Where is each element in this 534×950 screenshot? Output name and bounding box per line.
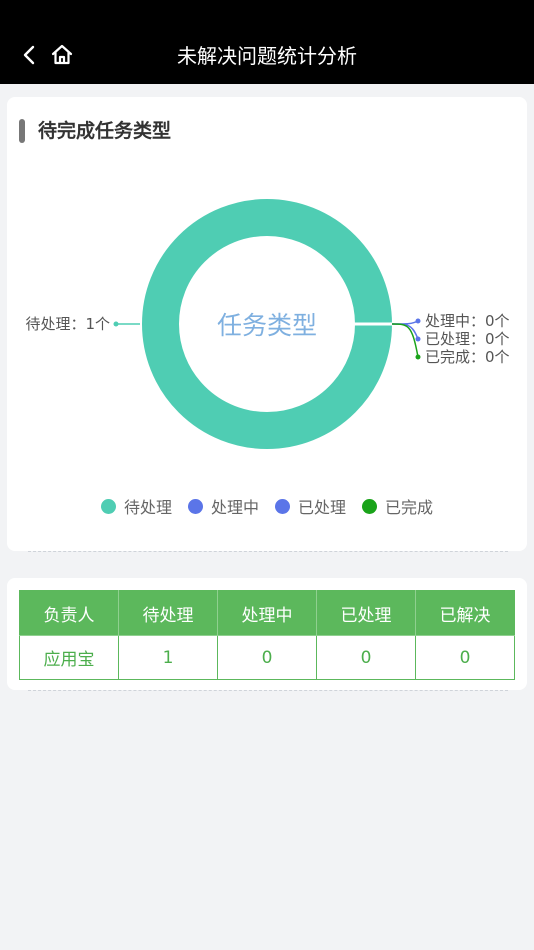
legend-item-2[interactable]: 已处理 [275,494,346,518]
stats-table: 负责人 待处理 处理中 已处理 已解决 应用宝 1 0 0 0 [19,590,515,680]
label-line-3 [391,323,419,358]
legend-item-1[interactable]: 处理中 [187,494,259,518]
table-header-cell: 已处理 [316,590,416,636]
slice-label-3: 已完成：0个 [425,348,510,366]
task-type-donut-chart: 任务类型 待处理：1个 处理中：0个已处理：0个已完成：0个 [25,199,510,449]
table-cell: 1 [118,635,218,680]
legend-dot [362,498,378,514]
table-header-cell: 待处理 [118,590,218,636]
task-type-card: 待完成任务类型 任务类型 待处理：1个 处理中：0个 已处理：0个 已完成：0个 待处理… [7,97,527,551]
legend-dot [187,498,203,514]
legend-dot [275,498,290,514]
legend-dot [100,498,116,514]
divider [28,690,508,691]
label-dot-1 [415,318,421,324]
table-cell: 0 [217,635,317,680]
divider [28,551,508,552]
chart-legend: 待处理 处理中 已处理 已完成 [7,491,527,521]
legend-item-3[interactable]: 已完成 [362,494,433,518]
table-cell: 应用宝 [19,635,119,680]
chart-center-label: 任务类型 [217,311,317,340]
legend-label: 已处理 [298,498,347,517]
slice-label-2: 已处理：0个 [425,330,510,348]
table-header-row: 负责人 待处理 处理中 已处理 已解决 [19,590,515,636]
table-cell: 0 [415,635,515,680]
table-header-cell: 处理中 [217,590,317,636]
label-dot-0 [113,321,119,327]
page-title: 未解决问题统计分析 [177,44,357,68]
table-cell: 0 [316,635,416,680]
stats-table-card: 负责人 待处理 处理中 已处理 已解决 应用宝 1 0 0 0 [7,578,527,690]
legend-item-0[interactable]: 待处理 [100,494,172,518]
slice-label-0: 待处理：1个 [25,315,110,333]
legend-label: 处理中 [210,498,259,517]
table-row[interactable]: 应用宝 1 0 0 0 [19,635,515,680]
legend-label: 已完成 [385,498,434,517]
legend-label: 待处理 [123,498,172,517]
top-bar: 未解决问题统计分析 [0,0,534,84]
slice-label-1: 处理中：0个 [425,312,510,330]
table-header-cell: 已解决 [415,590,515,636]
label-dot-2 [415,336,421,342]
table-header-cell: 负责人 [19,590,119,636]
label-dot-3 [415,354,421,360]
